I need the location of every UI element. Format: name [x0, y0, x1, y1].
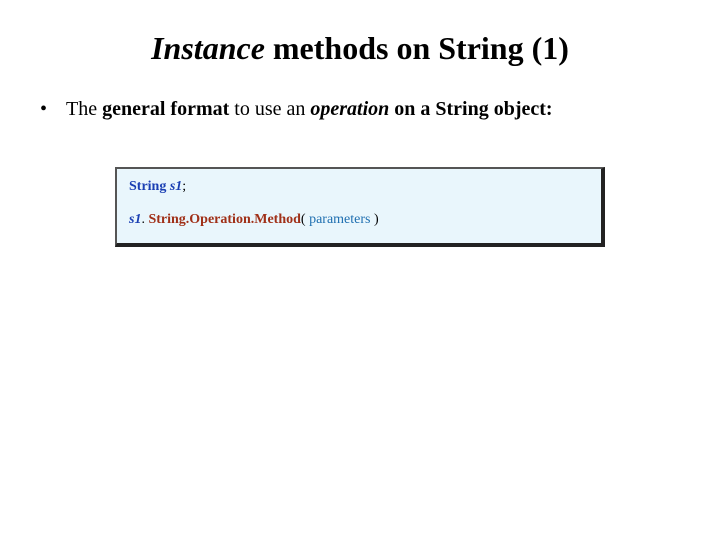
bullet-general-format: general format — [102, 98, 229, 120]
code-line-2: s1. String.Operation.Method( parameters … — [129, 212, 589, 229]
code-var-s1-2: s1 — [129, 212, 141, 227]
bullet-marker: • — [40, 97, 66, 121]
slide: Instance methods on String (1) • The gen… — [0, 0, 720, 540]
title-rest: methods on String (1) — [265, 30, 569, 66]
code-blank-line — [129, 198, 589, 212]
code-method-name: String.Operation.Method — [148, 212, 300, 227]
code-open-paren: ( — [301, 212, 309, 227]
bullet-suffix: on a String object: — [389, 98, 552, 120]
bullet-prefix: The — [66, 98, 102, 120]
bullet-text: The general format to use an operation o… — [66, 97, 553, 121]
code-box-wrap: String s1; s1. String.Operation.Method( … — [40, 167, 680, 247]
slide-title: Instance methods on String (1) — [40, 30, 680, 67]
code-keyword-string: String — [129, 179, 166, 194]
code-parameters: parameters — [309, 212, 370, 227]
code-close-paren: ) — [371, 212, 379, 227]
bullet-item: • The general format to use an operation… — [40, 97, 680, 121]
code-box: String s1; s1. String.Operation.Method( … — [115, 167, 605, 247]
bullet-mid: to use an — [229, 98, 310, 120]
code-var-s1: s1 — [170, 179, 182, 194]
code-semicolon: ; — [182, 179, 186, 194]
title-instance-word: Instance — [151, 30, 265, 66]
bullet-operation-word: operation — [310, 98, 389, 120]
code-line-1: String s1; — [129, 179, 589, 196]
